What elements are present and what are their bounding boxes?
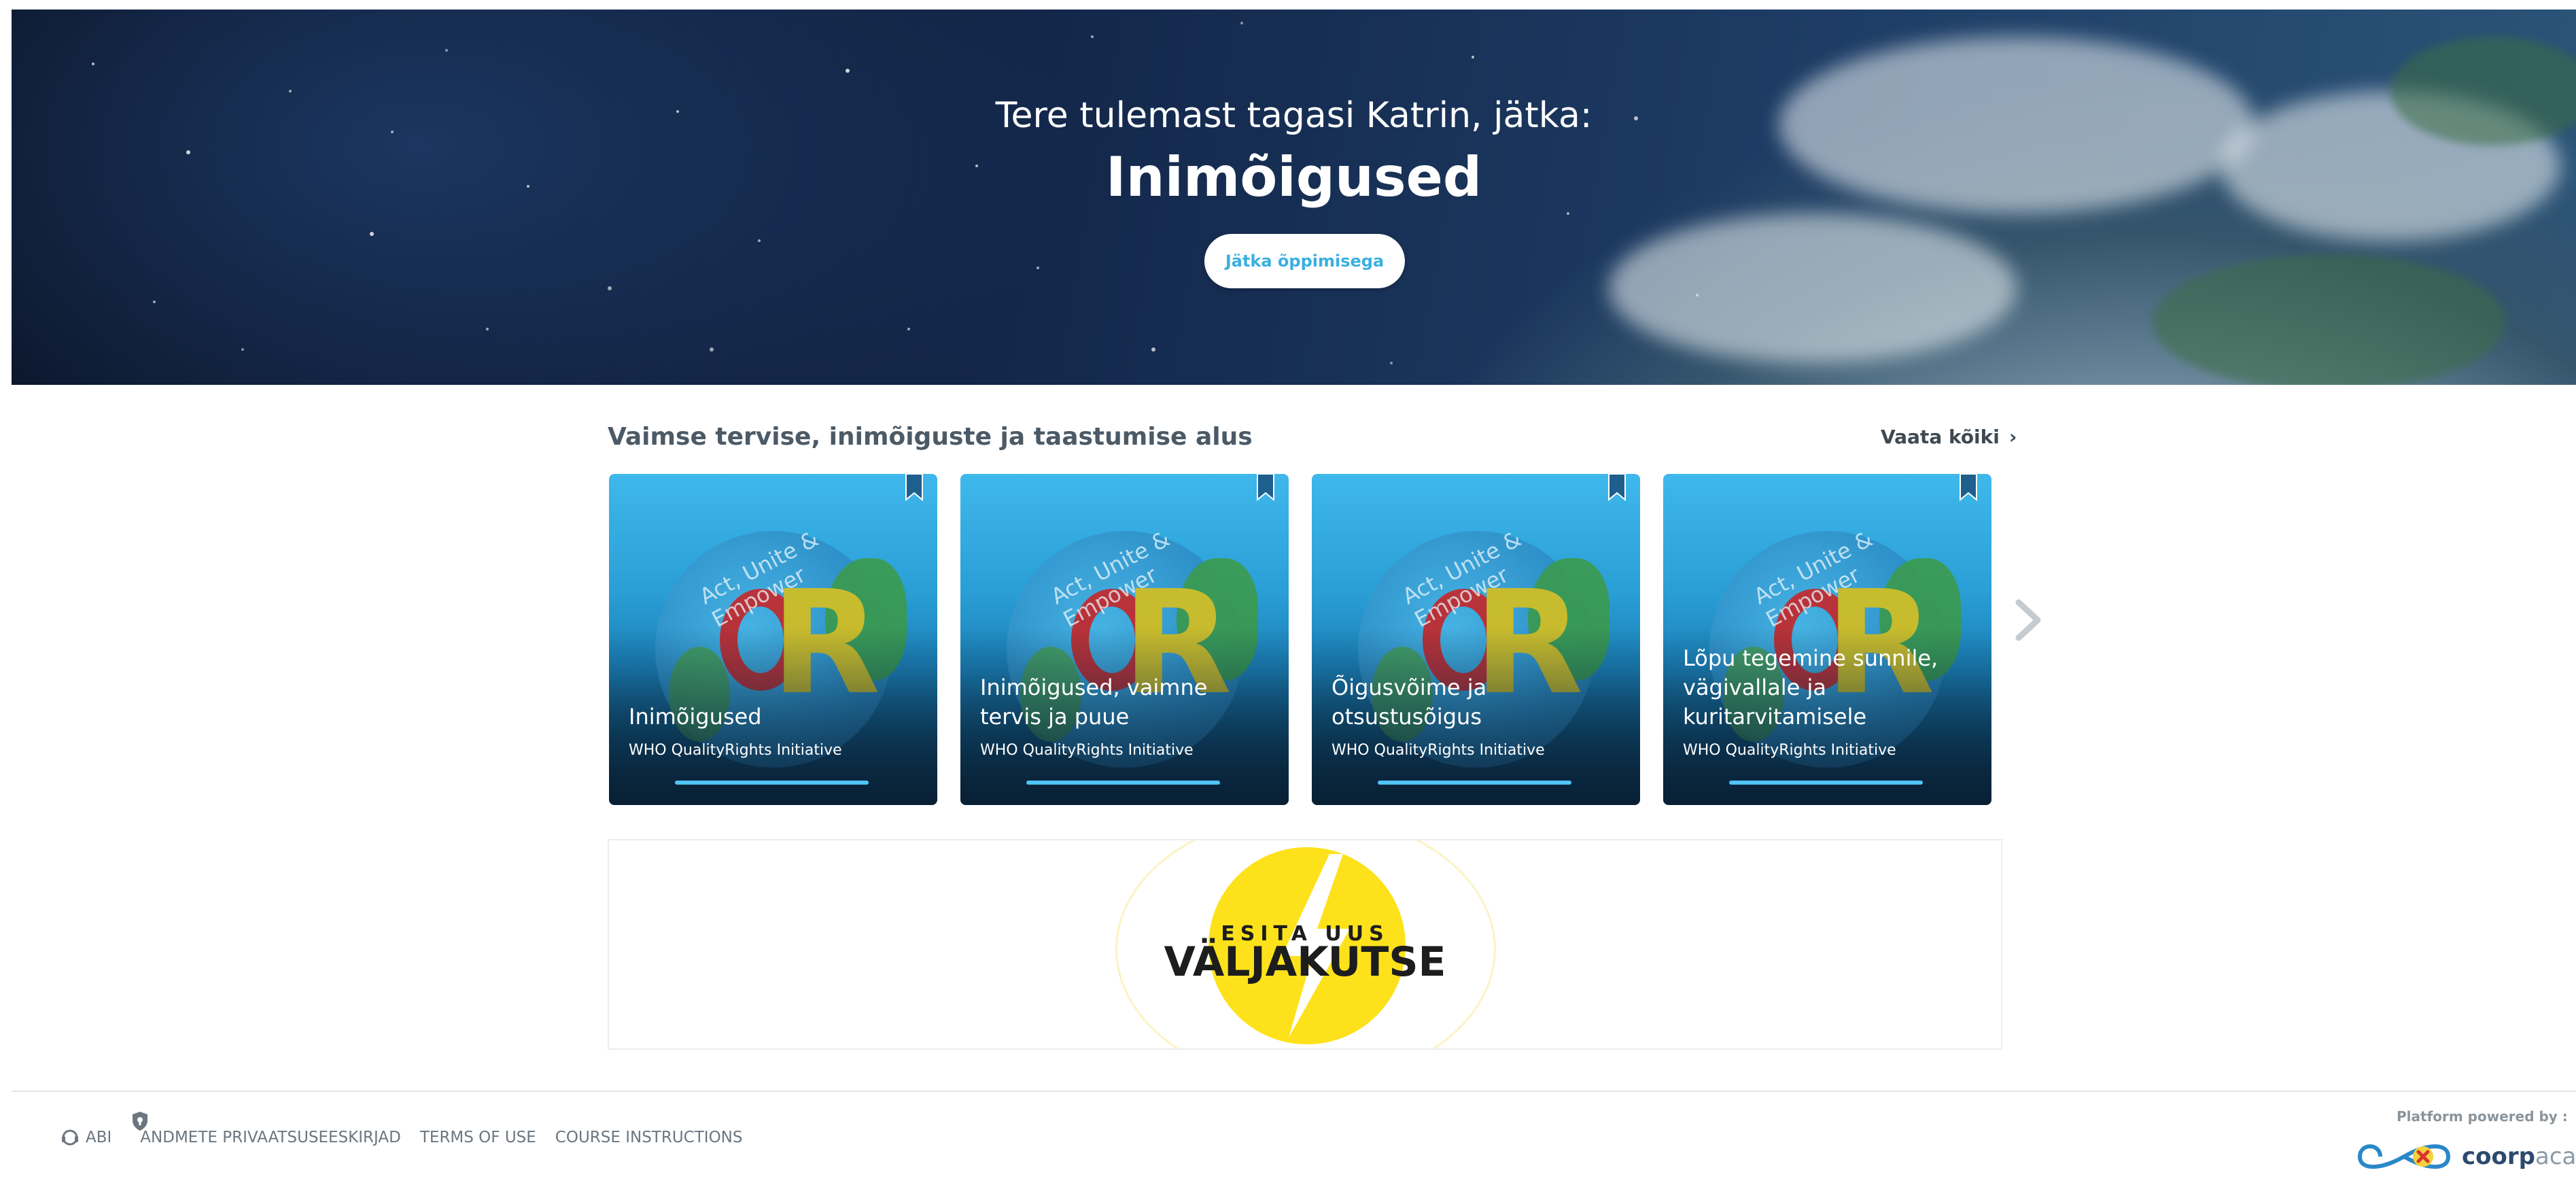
footer-links: ABI ANDMETE PRIVAATSUSEESKIRJAD TERMS OF… bbox=[61, 1129, 742, 1146]
support-icon bbox=[62, 1129, 78, 1146]
new-challenge-banner[interactable]: ESITA UUS VÄLJAKUTSE bbox=[608, 839, 2002, 1050]
footer-terms-label: TERMS OF USE bbox=[419, 1129, 536, 1146]
progress-bar bbox=[1026, 781, 1220, 785]
bookmark-icon[interactable] bbox=[1607, 474, 1626, 501]
footer-privacy-label: ANDMETE PRIVAATSUSEESKIRJAD bbox=[140, 1129, 401, 1146]
bookmark-icon[interactable] bbox=[1959, 474, 1978, 501]
course-card[interactable]: R Act, Unite & Empower Lõpu tegemine sun… bbox=[1663, 474, 1991, 805]
card-author: WHO QualityRights Initiative bbox=[1331, 742, 1545, 759]
card-author: WHO QualityRights Initiative bbox=[980, 742, 1194, 759]
footer-instructions-link[interactable]: COURSE INSTRUCTIONS bbox=[555, 1129, 743, 1146]
footer-help-link[interactable]: ABI bbox=[61, 1129, 111, 1146]
footer-privacy-link[interactable]: ANDMETE PRIVAATSUSEESKIRJAD bbox=[140, 1129, 401, 1146]
see-all-label: Vaata kõiki bbox=[1881, 426, 2000, 448]
progress-bar bbox=[1378, 781, 1571, 785]
card-author: WHO QualityRights Initiative bbox=[629, 742, 842, 759]
course-card[interactable]: R Act, Unite & Empower Inimõigused WHO Q… bbox=[609, 474, 937, 805]
current-course-title: Inimõigused bbox=[1105, 146, 1482, 209]
course-card[interactable]: R Act, Unite & Empower Inimõigused, vaim… bbox=[960, 474, 1289, 805]
hero-banner: Tere tulemast tagasi Katrin, jätka: Inim… bbox=[12, 10, 2576, 385]
bookmark-icon[interactable] bbox=[1256, 474, 1275, 501]
card-title: Lõpu tegemine sunnile, vägivallale ja ku… bbox=[1683, 645, 1938, 730]
see-all-link[interactable]: Vaata kõiki › bbox=[1881, 426, 2017, 448]
progress-bar bbox=[675, 781, 869, 785]
welcome-message: Tere tulemast tagasi Katrin, jätka: bbox=[995, 95, 1592, 136]
section-title: Vaimse tervise, inimõiguste ja taastumis… bbox=[608, 423, 1253, 451]
footer-divider bbox=[12, 1091, 2576, 1092]
coorpacademy-logo[interactable]: coorpacadem bbox=[2353, 1133, 2576, 1179]
footer-instructions-label: COURSE INSTRUCTIONS bbox=[555, 1129, 743, 1146]
chevron-right-icon: › bbox=[2008, 426, 2017, 448]
footer-help-label: ABI bbox=[86, 1129, 112, 1146]
challenge-title: VÄLJAKUTSE bbox=[1164, 938, 1446, 986]
course-card[interactable]: R Act, Unite & Empower Õigusvõime ja ots… bbox=[1312, 474, 1640, 805]
carousel-next-arrow-icon[interactable] bbox=[2013, 598, 2044, 642]
progress-bar bbox=[1729, 781, 1923, 785]
card-title: Inimõigused, vaimne tervis ja puue bbox=[980, 674, 1208, 730]
bookmark-icon[interactable] bbox=[905, 474, 924, 501]
infinity-logo-icon bbox=[2357, 1144, 2451, 1169]
footer-terms-link[interactable]: TERMS OF USE bbox=[420, 1129, 536, 1146]
continue-learning-button[interactable]: Jätka õppimisega bbox=[1204, 234, 1405, 288]
card-author: WHO QualityRights Initiative bbox=[1683, 742, 1896, 759]
coorpacademy-wordmark: coorpacadem bbox=[2462, 1143, 2576, 1170]
powered-by-label: Platform powered by : bbox=[2397, 1108, 2568, 1125]
card-title: Õigusvõime ja otsustusõigus bbox=[1331, 674, 1487, 730]
card-title: Inimõigused bbox=[629, 704, 762, 730]
